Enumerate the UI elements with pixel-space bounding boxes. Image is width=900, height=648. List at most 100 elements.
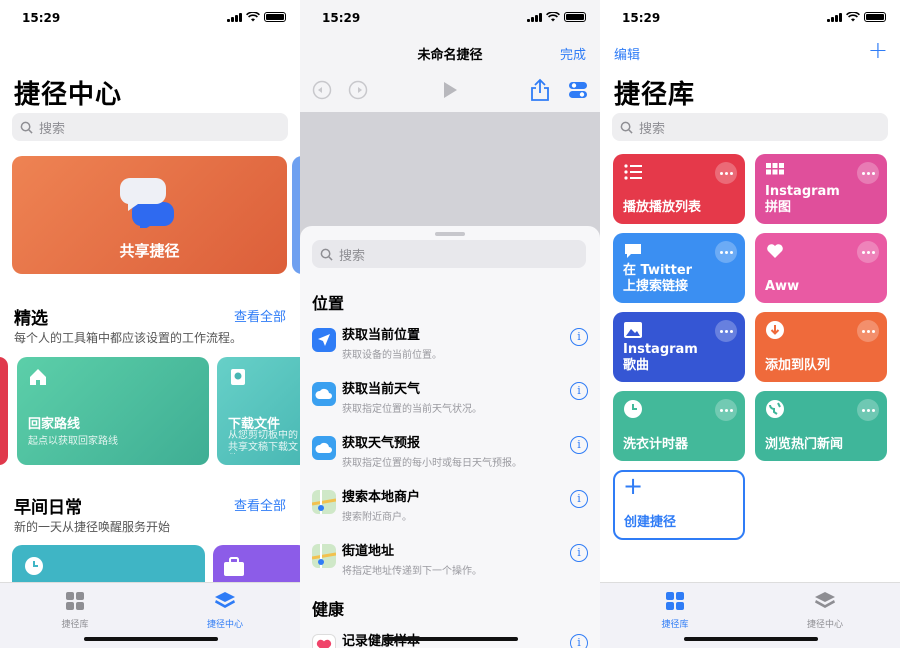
featured-card-download-file[interactable]: 下载文件 从您剪切板中的共享文稿下载文件 [217, 357, 300, 465]
more-options-icon[interactable] [715, 162, 737, 184]
layers-icon [815, 592, 835, 608]
settings-toggle-icon[interactable] [568, 80, 588, 100]
tab-gallery[interactable]: 捷径中心 [190, 591, 260, 630]
info-icon[interactable]: i [570, 382, 588, 400]
status-bar: 15:29 [0, 8, 300, 30]
more-options-icon[interactable] [857, 399, 879, 421]
undo-icon[interactable] [312, 80, 332, 100]
weather-cloud-icon [312, 382, 336, 406]
wifi-icon [246, 12, 260, 22]
create-shortcut-button[interactable]: + 创建捷径 [613, 470, 745, 540]
search-input[interactable]: 搜索 [12, 113, 288, 141]
clock-icon [25, 557, 43, 575]
play-icon[interactable] [441, 81, 459, 99]
tab-library[interactable]: 捷径库 [40, 591, 110, 630]
image-icon [623, 320, 643, 340]
home-indicator [384, 637, 518, 641]
status-time: 15:29 [22, 11, 61, 25]
search-input[interactable]: 搜索 [612, 113, 888, 141]
shortcut-tile[interactable]: 洗衣计时器 [613, 391, 745, 461]
action-search-input[interactable]: 搜索 [312, 240, 586, 268]
action-row[interactable]: 获取当前天气 获取指定位置的当前天气状况。 i [300, 374, 600, 428]
action-row[interactable]: 搜索本地商户 搜索附近商户。 i [300, 482, 600, 536]
shortcut-tile[interactable]: Aww [755, 233, 887, 303]
featured-subtitle: 每个人的工具箱中都应该设置的工作流程。 [14, 331, 243, 345]
info-icon[interactable]: i [570, 544, 588, 562]
next-banner-peek[interactable] [292, 156, 300, 274]
redo-icon[interactable] [348, 80, 368, 100]
info-icon[interactable]: i [570, 436, 588, 454]
library-grid-icon [66, 592, 84, 610]
location-arrow-icon [312, 328, 336, 352]
action-subtitle: 获取指定位置的当前天气状况。 [342, 404, 482, 415]
status-time: 15:29 [322, 11, 361, 25]
more-options-icon[interactable] [857, 241, 879, 263]
search-placeholder: 搜索 [339, 248, 366, 264]
action-title: 获取天气预报 [342, 436, 421, 451]
edit-button[interactable]: 编辑 [614, 44, 640, 63]
shortcut-tile[interactable]: 在 Twitter 上搜索链接 [613, 233, 745, 303]
home-indicator [84, 637, 218, 641]
share-icon[interactable] [530, 78, 550, 102]
editor-nav-bar: 未命名捷径 完成 [300, 30, 600, 112]
house-icon [30, 369, 46, 385]
gallery-screen: 15:29 捷径中心 搜索 共享捷径 精选 查看全部 每个人的工具箱中都应该设置… [0, 0, 300, 648]
add-shortcut-button[interactable]: + [868, 36, 888, 64]
shortcut-tile[interactable]: Instagram 拼图 [755, 154, 887, 224]
download-icon [765, 320, 785, 340]
featured-see-all-link[interactable]: 查看全部 [234, 306, 286, 325]
maps-icon [311, 544, 337, 568]
more-options-icon[interactable] [715, 241, 737, 263]
tab-library[interactable]: 捷径库 [640, 591, 710, 630]
action-row[interactable]: 获取天气预报 获取指定位置的每小时或每日天气预报。 i [300, 428, 600, 482]
morning-see-all-link[interactable]: 查看全部 [234, 495, 286, 514]
card-subtitle: 从您剪切板中的共享文稿下载文件 [228, 430, 298, 453]
info-icon[interactable]: i [570, 634, 588, 648]
shortcut-tile-label: 在 Twitter 上搜索链接 [623, 263, 693, 294]
action-row[interactable]: 获取当前位置 获取设备的当前位置。 i [300, 320, 600, 374]
globe-icon [765, 399, 785, 419]
tab-label: 捷径中心 [806, 620, 843, 630]
list-icon [623, 162, 643, 182]
library-grid-icon [666, 592, 684, 610]
more-options-icon[interactable] [857, 162, 879, 184]
shortcut-tile[interactable]: 播放播放列表 [613, 154, 745, 224]
section-title-health: 健康 [312, 600, 345, 619]
card-subtitle: 起点以获取回家路线 [28, 436, 118, 447]
shortcut-tile-label: Aww [765, 279, 800, 294]
editor-title: 未命名捷径 [417, 48, 483, 63]
chat-bubbles-icon [119, 178, 174, 228]
shortcut-tile-label: 洗衣计时器 [623, 437, 689, 452]
action-subtitle: 将指定地址传递到下一个操作。 [342, 566, 482, 577]
action-row[interactable]: 街道地址 将指定地址传递到下一个操作。 i [300, 536, 600, 590]
prev-card-peek[interactable] [0, 357, 8, 465]
shortcut-tile-label: 添加到队列 [765, 358, 831, 373]
info-icon[interactable]: i [570, 328, 588, 346]
shortcut-tile[interactable]: 浏览热门新闻 [755, 391, 887, 461]
section-title-location: 位置 [312, 294, 345, 313]
status-bar: 15:29 [300, 8, 600, 30]
more-options-icon[interactable] [715, 320, 737, 342]
search-icon [620, 121, 633, 134]
more-options-icon[interactable] [715, 399, 737, 421]
featured-card-route-home[interactable]: 回家路线 起点以获取回家路线 [17, 357, 209, 465]
shortcut-tile[interactable]: Instagram 歌曲 [613, 312, 745, 382]
document-icon [231, 369, 245, 385]
shared-shortcuts-banner[interactable]: 共享捷径 [12, 156, 287, 274]
chat-bubble-icon [623, 241, 643, 261]
tab-gallery[interactable]: 捷径中心 [790, 591, 860, 630]
shortcut-tile[interactable]: 添加到队列 [755, 312, 887, 382]
briefcase-icon [224, 557, 244, 576]
search-placeholder: 搜索 [39, 121, 66, 137]
page-title: 捷径库 [614, 80, 696, 110]
featured-title: 精选 [14, 309, 48, 329]
shortcut-tile-label: Instagram 拼图 [765, 184, 840, 215]
done-button[interactable]: 完成 [560, 44, 586, 63]
battery-icon [864, 12, 886, 22]
wifi-icon [546, 12, 560, 22]
more-options-icon[interactable] [857, 320, 879, 342]
sheet-grabber[interactable] [435, 232, 465, 236]
info-icon[interactable]: i [570, 490, 588, 508]
cellular-signal-icon [827, 12, 842, 22]
tab-bar: 捷径库 捷径中心 [600, 582, 900, 648]
